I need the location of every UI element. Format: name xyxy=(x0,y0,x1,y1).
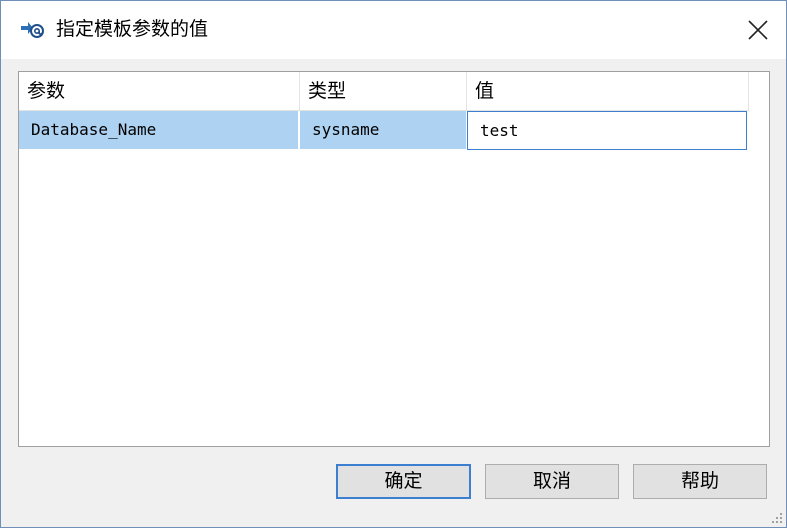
dialog-title: 指定模板参数的值 xyxy=(56,18,209,40)
table-row[interactable]: Database_Name sysname xyxy=(19,111,749,150)
column-header-type[interactable]: 类型 xyxy=(300,72,467,110)
template-parameters-dialog: 指定模板参数的值 参数 类型 值 Database_Name sysname 确… xyxy=(0,0,787,528)
close-icon xyxy=(748,20,768,40)
template-parameter-icon xyxy=(19,17,45,41)
column-header-parameter[interactable]: 参数 xyxy=(19,72,300,110)
ok-button[interactable]: 确定 xyxy=(336,464,471,499)
column-header-value[interactable]: 值 xyxy=(467,72,749,110)
help-button[interactable]: 帮助 xyxy=(633,464,767,499)
parameter-name-cell[interactable]: Database_Name xyxy=(19,111,298,149)
parameter-type-cell[interactable]: sysname xyxy=(300,111,466,149)
resize-grip-icon[interactable] xyxy=(768,509,784,525)
cancel-button[interactable]: 取消 xyxy=(485,464,619,499)
parameter-value-input[interactable] xyxy=(467,111,747,150)
title-bar[interactable]: 指定模板参数的值 xyxy=(1,1,786,59)
parameters-grid: 参数 类型 值 Database_Name sysname xyxy=(18,71,770,447)
close-button[interactable] xyxy=(737,9,779,49)
grid-header: 参数 类型 值 xyxy=(19,72,749,111)
